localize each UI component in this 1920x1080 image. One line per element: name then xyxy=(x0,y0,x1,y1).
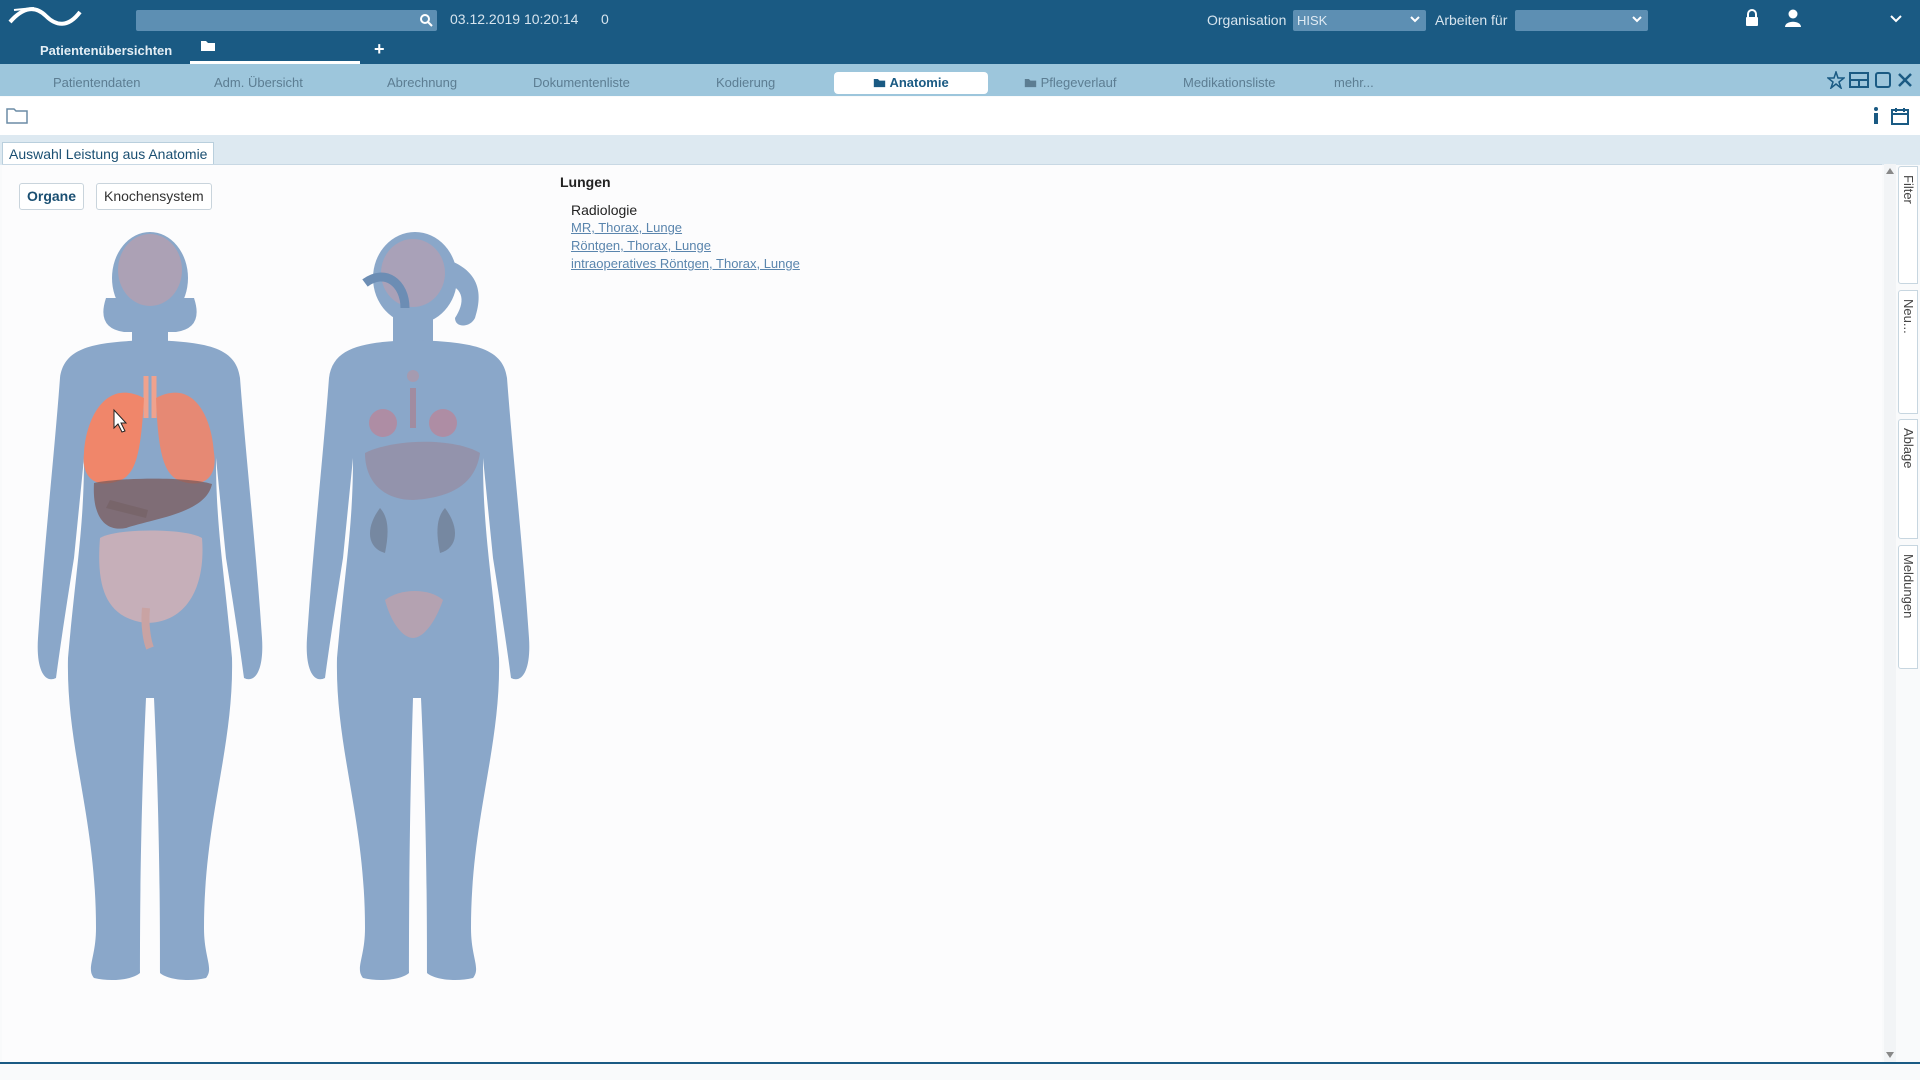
organisation-select[interactable]: HISK xyxy=(1293,10,1426,31)
tab-patientenuebersichten[interactable]: Patientenübersichten xyxy=(40,43,172,58)
maximize-icon[interactable] xyxy=(1874,71,1892,89)
top-bar: 03.12.2019 10:20:14 0 Organisation HISK … xyxy=(0,0,1920,64)
organisation-label: Organisation xyxy=(1207,12,1287,28)
sidetab-filter-label: Filter xyxy=(1901,175,1916,204)
sidetab-meldungen[interactable]: Meldungen xyxy=(1898,545,1918,669)
chevron-down-icon[interactable] xyxy=(1890,14,1902,24)
tab-medikationsliste[interactable]: Medikationsliste xyxy=(1183,75,1276,90)
folder-icon[interactable] xyxy=(6,107,28,125)
logo-icon xyxy=(8,7,82,26)
organe-button[interactable]: Organe xyxy=(19,183,85,210)
scroll-down-icon[interactable] xyxy=(1886,1052,1894,1058)
chevron-down-icon xyxy=(1632,16,1642,23)
tab-kodierung[interactable]: Kodierung xyxy=(716,75,775,90)
rectum xyxy=(141,607,154,650)
breast-left xyxy=(369,409,397,437)
counter-badge: 0 xyxy=(601,11,609,27)
nav-bar: Patientendaten Adm. Übersicht Abrechnung… xyxy=(0,64,1920,96)
breast-right xyxy=(429,409,457,437)
tab-pflegeverlauf[interactable]: Pflegeverlauf xyxy=(1024,75,1117,90)
toolbar xyxy=(0,97,1920,136)
sidetab-filter[interactable]: Filter xyxy=(1898,166,1918,284)
user-icon[interactable] xyxy=(1783,8,1803,28)
star-icon[interactable] xyxy=(1825,69,1846,91)
content-area xyxy=(2,164,1882,1063)
chevron-down-icon xyxy=(1410,16,1420,23)
datetime: 03.12.2019 10:20:14 xyxy=(450,11,579,27)
organisation-value: HISK xyxy=(1297,13,1328,28)
panel-title[interactable]: Auswahl Leistung aus Anatomie xyxy=(2,142,215,165)
brain xyxy=(118,234,182,306)
tab-mehr[interactable]: mehr... xyxy=(1334,75,1374,90)
close-icon[interactable] xyxy=(1896,71,1914,89)
tab-abrechnung[interactable]: Abrechnung xyxy=(387,75,457,90)
anatomy-front-figure xyxy=(37,232,263,981)
calendar-icon[interactable] xyxy=(1890,106,1910,126)
folder-icon[interactable] xyxy=(200,40,216,52)
sidetab-ablage-label: Ablage xyxy=(1901,428,1916,469)
tab-anatomie-label: Anatomie xyxy=(889,75,949,90)
tab-dokumentenliste[interactable]: Dokumentenliste xyxy=(533,75,630,90)
lock-icon[interactable] xyxy=(1744,8,1760,28)
tab-anatomie[interactable]: Anatomie xyxy=(834,72,988,94)
department-label: Radiologie xyxy=(571,202,638,218)
thyroid xyxy=(407,370,419,382)
bottom-border xyxy=(0,1062,1920,1064)
folder-icon xyxy=(1024,78,1037,88)
tab-patientendaten[interactable]: Patientendaten xyxy=(53,75,140,90)
sidetab-neu-label: Neu... xyxy=(1901,299,1916,334)
vertical-scrollbar[interactable] xyxy=(1884,164,1896,1062)
anatomy-side-figure xyxy=(306,232,530,981)
tab-pflegeverlauf-label: Pflegeverlauf xyxy=(1040,75,1117,90)
organ-title: Lungen xyxy=(560,174,611,190)
sidetab-neu[interactable]: Neu... xyxy=(1898,290,1918,414)
brain xyxy=(381,239,445,307)
sidetab-meldungen-label: Meldungen xyxy=(1901,554,1916,619)
info-icon[interactable] xyxy=(1870,106,1882,126)
service-link[interactable]: intraoperatives Röntgen, Thorax, Lunge xyxy=(571,256,800,271)
service-link[interactable]: MR, Thorax, Lunge xyxy=(571,220,682,235)
panel-tab-strip xyxy=(0,135,1920,165)
scroll-up-icon[interactable] xyxy=(1886,168,1894,174)
search-icon[interactable] xyxy=(419,13,433,27)
tab-adm-uebersicht[interactable]: Adm. Übersicht xyxy=(214,75,303,90)
service-link[interactable]: Röntgen, Thorax, Lunge xyxy=(571,238,711,253)
window-controls xyxy=(1825,69,1914,94)
plus-icon[interactable]: + xyxy=(374,39,385,60)
folder-icon xyxy=(874,78,886,88)
search-input[interactable] xyxy=(136,10,437,31)
sidetab-ablage[interactable]: Ablage xyxy=(1898,419,1918,539)
window-icon[interactable] xyxy=(1849,71,1870,89)
arbeiten-fuer-select[interactable] xyxy=(1515,10,1648,31)
arbeiten-fuer-label: Arbeiten für xyxy=(1435,12,1508,28)
knochensystem-button[interactable]: Knochensystem xyxy=(96,183,212,210)
